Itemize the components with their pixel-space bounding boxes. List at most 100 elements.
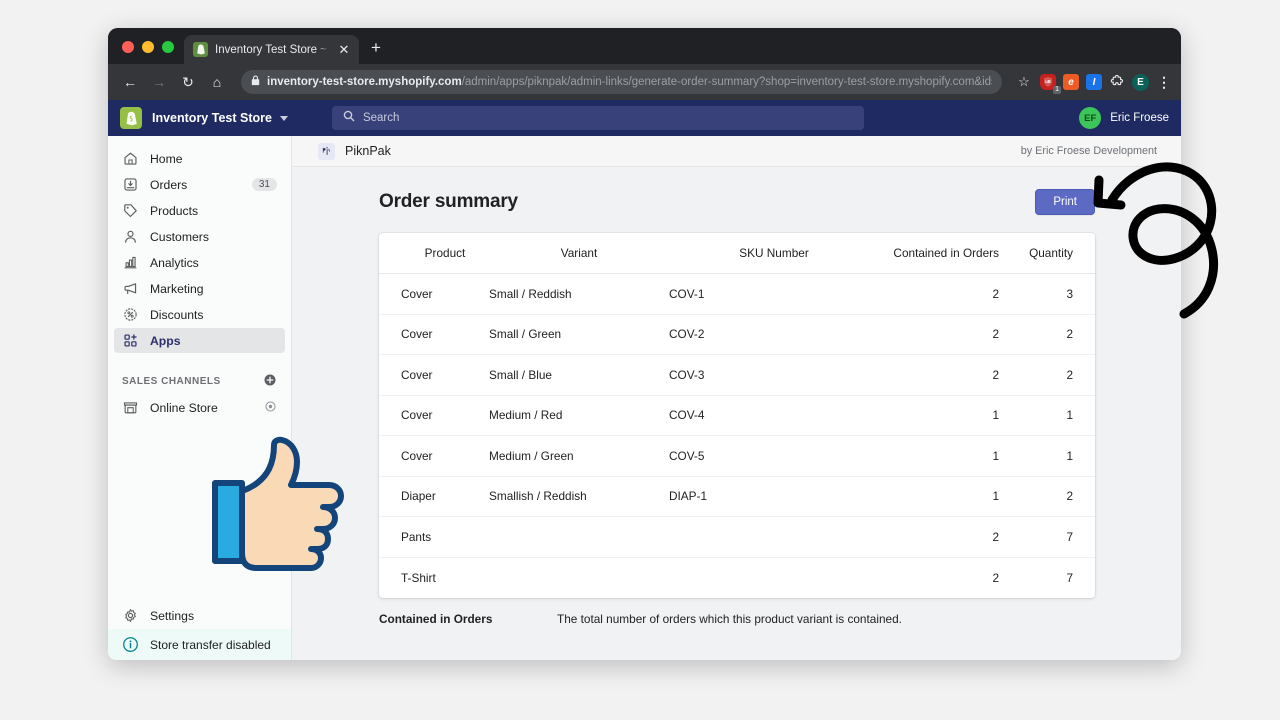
plus-circle-icon[interactable] [263,373,277,389]
sidebar-item-label: Customers [150,229,209,244]
page-title: Order summary [379,191,518,212]
info-icon [122,636,139,653]
sku-cell [669,557,879,598]
orders-count-badge: 31 [251,178,277,191]
sidebar-item-settings[interactable]: Settings [114,603,285,628]
new-tab-button[interactable]: + [371,39,381,56]
sidebar-item-label: Products [150,203,199,218]
sidebar-item-analytics[interactable]: Analytics [114,250,285,275]
admin-body: Home Orders 31 Products Customers Analyt… [108,136,1181,660]
page-container: Order summary Print Product Variant SKU … [292,167,1181,660]
user-name-label: Eric Froese [1110,112,1169,124]
browser-tab[interactable]: Inventory Test Store ~ Orders - ✕ [184,35,359,64]
shield-extension-icon[interactable]: uB 1 [1040,74,1061,94]
bookmark-star-icon[interactable]: ☆ [1011,69,1037,95]
variant-cell: Smallish / Reddish [489,476,669,517]
profile-avatar-icon[interactable]: E [1132,73,1149,91]
sidebar-item-label: Store transfer disabled [150,637,271,652]
main-content: PiknPak by Eric Froese Development Order… [292,136,1181,660]
quantity-cell: 2 [999,476,1095,517]
maximize-window-button[interactable] [162,41,174,53]
variant-cell: Small / Reddish [489,273,669,315]
footnote: Contained in Orders The total number of … [379,612,1095,626]
sku-cell: COV-3 [669,354,879,396]
url-path: /admin/apps/piknpak/admin-links/generate… [461,76,992,88]
sales-channels-header: SALES CHANNELS [114,371,285,391]
home-icon [122,150,139,167]
sidebar-item-label: Orders [150,177,188,192]
window-traffic-lights [118,41,184,64]
sidebar-item-label: Discounts [150,307,204,322]
admin-topbar: Inventory Test Store Search EF Eric Froe… [108,100,1181,136]
reload-button[interactable]: ↻ [175,69,201,95]
sidebar-item-label: Online Store [150,400,218,415]
minimize-window-button[interactable] [142,41,154,53]
variant-cell [489,516,669,558]
chrome-menu-icon[interactable]: ⋮ [1156,74,1172,90]
quantity-cell: 1 [999,395,1095,436]
sidebar-item-online-store[interactable]: Online Store [114,395,285,420]
variant-cell: Medium / Green [489,435,669,477]
sidebar-item-label: Home [150,151,183,166]
table-row: Cover Small / Green COV-2 2 2 [379,314,1095,355]
sidebar-item-orders[interactable]: Orders 31 [114,172,285,197]
puzzle-extensions-icon[interactable] [1109,74,1125,90]
avatar: EF [1079,107,1102,129]
orders-icon [122,176,139,193]
sidebar-item-marketing[interactable]: Marketing [114,276,285,301]
contained-in-orders-cell: 2 [879,273,999,315]
table-row: Diaper Smallish / Reddish DIAP-1 1 2 [379,476,1095,517]
sidebar-item-home[interactable]: Home [114,146,285,171]
app-header-bar: PiknPak by Eric Froese Development [292,136,1181,167]
sidebar-item-label: Analytics [150,255,199,270]
apps-icon [122,332,139,349]
address-bar[interactable]: inventory-test-store.myshopify.com/admin… [241,70,1002,94]
table-row: Cover Medium / Green COV-5 1 1 [379,435,1095,477]
product-cell: Cover [379,354,489,396]
url-domain: inventory-test-store.myshopify.com [267,76,462,88]
browser-tab-strip: Inventory Test Store ~ Orders - ✕ + [108,28,1181,64]
customers-icon [122,228,139,245]
column-header-quantity: Quantity [999,233,1095,274]
address-bar-url: inventory-test-store.myshopify.com/admin… [267,76,992,88]
sidebar-item-products[interactable]: Products [114,198,285,223]
shopify-logo-icon[interactable] [120,107,142,129]
back-button[interactable]: ← [117,69,143,95]
close-window-button[interactable] [122,41,134,53]
footnote-term: Contained in Orders [379,611,493,626]
contained-in-orders-cell: 1 [879,395,999,436]
home-button[interactable]: ⌂ [204,69,230,95]
store-name-label[interactable]: Inventory Test Store [152,111,272,125]
product-cell: Diaper [379,476,489,517]
sidebar-item-discounts[interactable]: Discounts [114,302,285,327]
product-cell: Cover [379,314,489,355]
quantity-cell: 2 [999,314,1095,355]
analytics-icon [122,254,139,271]
close-tab-icon[interactable]: ✕ [337,43,351,56]
blue-i-extension-icon[interactable]: I [1086,74,1102,90]
sidebar-item-label: Settings [150,608,195,623]
sidebar-item-label: Apps [150,333,181,348]
user-menu[interactable]: EF Eric Froese [1079,107,1169,129]
print-button[interactable]: Print [1035,189,1095,215]
eye-icon[interactable] [264,400,277,416]
sku-cell: COV-2 [669,314,879,355]
sidebar: Home Orders 31 Products Customers Analyt… [108,136,292,660]
contained-in-orders-cell: 1 [879,476,999,517]
shopify-favicon-icon [193,42,208,57]
sidebar-item-customers[interactable]: Customers [114,224,285,249]
table-body: Cover Small / Reddish COV-1 2 3 Cover Small / … [379,273,1095,598]
chevron-down-icon[interactable] [279,115,288,121]
search-input[interactable]: Search [331,106,864,130]
table-header-row: Product Variant SKU Number Contained in … [379,233,1095,274]
search-placeholder: Search [362,112,400,124]
sales-channels-title: SALES CHANNELS [122,375,221,387]
order-summary-card: Product Variant SKU Number Contained in … [379,233,1095,598]
forward-button[interactable]: → [146,69,172,95]
column-header-sku: SKU Number [669,233,879,274]
orange-e-extension-icon[interactable]: e [1063,74,1079,90]
variant-cell: Small / Blue [489,354,669,396]
sidebar-item-apps[interactable]: Apps [114,328,285,353]
contained-in-orders-cell: 2 [879,354,999,396]
sidebar-item-store-transfer[interactable]: Store transfer disabled [108,629,291,660]
